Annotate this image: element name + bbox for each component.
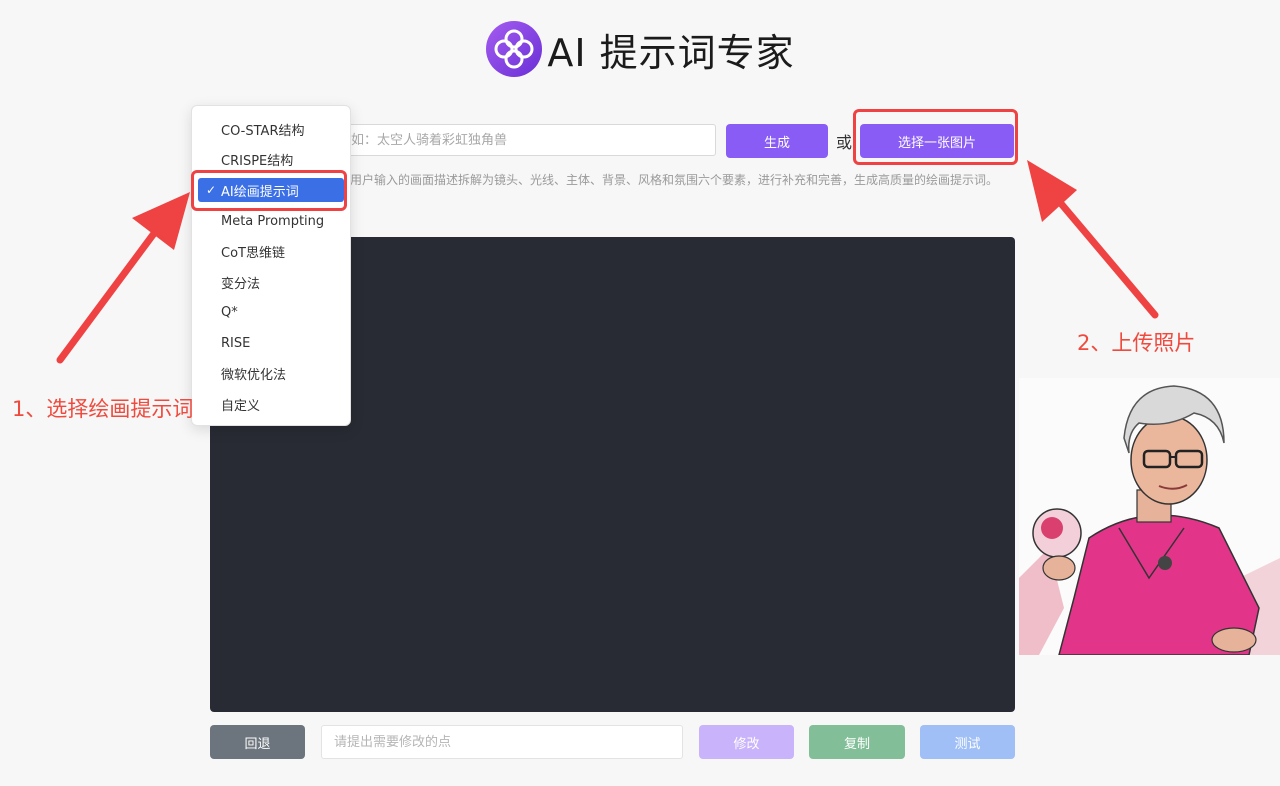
generate-button[interactable]: 生成 — [726, 124, 828, 158]
annotation-step2: 2、上传照片 — [1077, 331, 1196, 355]
dropdown-item-variational[interactable]: 变分法 — [192, 270, 350, 294]
or-label: 或 — [836, 133, 853, 152]
dropdown-item-label: RISE — [221, 335, 251, 351]
dropdown-item-label: 变分法 — [221, 276, 261, 292]
dropdown-item-custom[interactable]: 自定义 — [192, 392, 350, 416]
dropdown-item-cot[interactable]: CoT思维链 — [192, 239, 350, 263]
header: AI 提示词专家 — [0, 18, 1280, 80]
dropdown-item-label: Meta Prompting — [221, 213, 325, 229]
dropdown-item-co-star[interactable]: CO-STAR结构 — [192, 117, 350, 141]
dropdown-item-label: Q* — [221, 304, 238, 320]
test-button[interactable]: 测试 — [920, 725, 1015, 759]
dropdown-item-rise[interactable]: RISE — [192, 331, 350, 355]
dropdown-item-label: CoT思维链 — [221, 245, 285, 261]
prompt-input[interactable] — [338, 124, 716, 156]
modify-button[interactable]: 修改 — [699, 725, 794, 759]
flower-logo-icon — [486, 21, 543, 77]
dropdown-item-label: CO-STAR结构 — [221, 123, 305, 139]
arrow-right-icon — [1027, 160, 1159, 319]
dropdown-item-label: 自定义 — [221, 398, 261, 414]
uploaded-photo — [1019, 378, 1280, 655]
elderly-woman-illustration — [1019, 378, 1280, 655]
dropdown-item-meta-prompting[interactable]: Meta Prompting — [192, 209, 350, 233]
dropdown-item-microsoft[interactable]: 微软优化法 — [192, 361, 350, 385]
template-description: 将用户输入的画面描述拆解为镜头、光线、主体、背景、风格和氛围六个要素，进行补充和… — [338, 173, 999, 187]
annotation-step1: 1、选择绘画提示词 — [12, 397, 194, 421]
app-title: AI 提示词专家 — [547, 30, 795, 75]
back-button[interactable]: 回退 — [210, 725, 305, 759]
selected-item-highlight-frame — [191, 170, 347, 211]
dropdown-item-label: 微软优化法 — [221, 367, 287, 383]
dropdown-item-label: CRISPE结构 — [221, 153, 294, 169]
arrow-left-icon — [56, 192, 190, 364]
upload-highlight-frame — [853, 109, 1018, 165]
template-dropdown-menu: CO-STAR结构 CRISPE结构 ✓ AI绘画提示词 Meta Prompti… — [191, 105, 351, 426]
dropdown-item-q-star[interactable]: Q* — [192, 300, 350, 324]
modify-input[interactable] — [321, 725, 683, 759]
copy-button[interactable]: 复制 — [809, 725, 905, 759]
dropdown-item-crispe[interactable]: CRISPE结构 — [192, 147, 350, 171]
